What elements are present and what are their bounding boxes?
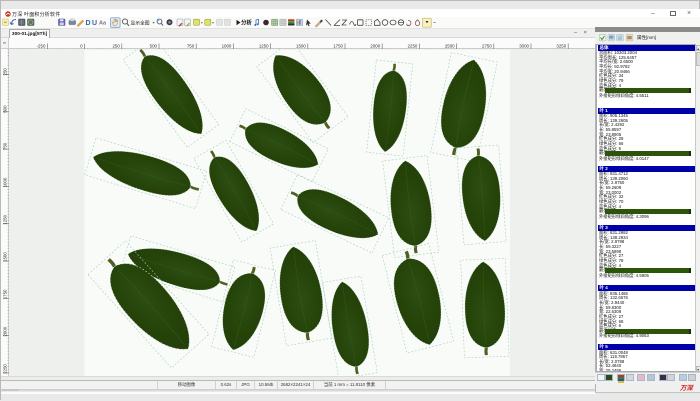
svg-text:D: D bbox=[85, 20, 90, 27]
svg-text:分析: 分析 bbox=[241, 19, 252, 27]
svg-text:3250: 3250 bbox=[556, 43, 566, 48]
svg-text:250: 250 bbox=[112, 43, 120, 48]
svg-text:1500: 1500 bbox=[296, 43, 306, 48]
svg-text:1250: 1250 bbox=[259, 43, 269, 48]
svg-text:2250: 2250 bbox=[3, 363, 8, 373]
svg-text:1000: 1000 bbox=[3, 177, 8, 187]
svg-text:2750: 2750 bbox=[482, 43, 492, 48]
svg-text:750: 750 bbox=[3, 142, 8, 150]
svg-text:2500: 2500 bbox=[445, 43, 455, 48]
svg-text:500: 500 bbox=[150, 43, 158, 48]
svg-text:1000: 1000 bbox=[222, 43, 232, 48]
svg-text:2000: 2000 bbox=[3, 326, 8, 336]
svg-text:2000: 2000 bbox=[370, 43, 380, 48]
svg-text:500: 500 bbox=[3, 104, 8, 112]
svg-text:750: 750 bbox=[187, 43, 195, 48]
svg-text:显示全图: 显示全图 bbox=[130, 19, 149, 26]
svg-text:1750: 1750 bbox=[333, 43, 343, 48]
svg-text:1500: 1500 bbox=[3, 251, 8, 261]
svg-text:0: 0 bbox=[80, 43, 83, 48]
svg-text:1750: 1750 bbox=[3, 288, 8, 298]
svg-text:-250: -250 bbox=[37, 43, 46, 48]
svg-text:2250: 2250 bbox=[408, 43, 418, 48]
svg-text:250: 250 bbox=[3, 67, 8, 75]
svg-text:U: U bbox=[92, 20, 97, 27]
svg-text:Aa: Aa bbox=[99, 21, 107, 27]
svg-text:1250: 1250 bbox=[3, 214, 8, 224]
svg-text:3000: 3000 bbox=[519, 43, 529, 48]
